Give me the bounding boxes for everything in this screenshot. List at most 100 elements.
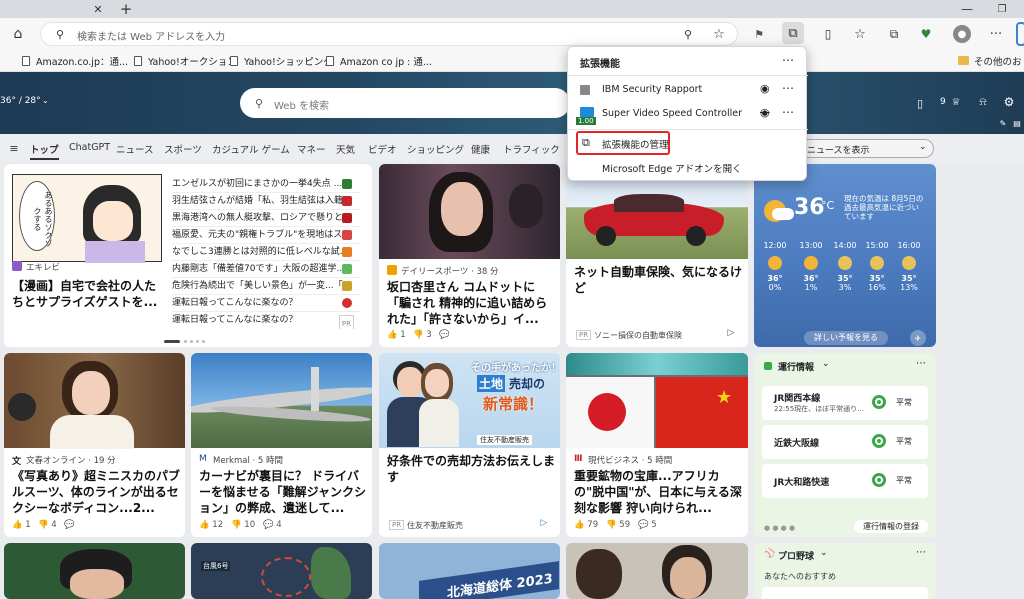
profile-avatar-icon[interactable]: ● <box>953 25 971 43</box>
play-icon[interactable]: ▷ <box>726 328 736 338</box>
favorite-star-icon[interactable]: ☆ <box>711 26 727 42</box>
nav-item-money[interactable]: マネー <box>297 142 326 156</box>
news-card-row3-3[interactable]: 北海道総体 2023 <box>379 543 560 599</box>
nav-item-sports[interactable]: スポーツ <box>164 142 202 156</box>
web-search-box[interactable]: ⚲ Web を検索 <box>240 88 570 118</box>
weather-card[interactable]: 36 °C 現在の気温は 8月5日の過去最高気温に近づいています 12:00 36… <box>754 164 936 347</box>
more-options-icon[interactable]: ⋯ <box>916 547 926 558</box>
more-menu-icon[interactable]: ··· <box>988 26 1004 42</box>
traffic-line-item[interactable]: 近鉄大阪線 平常 <box>762 425 928 459</box>
hero-temperature[interactable]: 36° / 28° <box>0 96 41 106</box>
ad-card-real-estate[interactable]: その手があったか！ 土地 売却の 新常識！ 住友不動産販売 好条件での売却方法お… <box>379 353 560 537</box>
card-title[interactable]: 【漫画】自宅で会社の人たちとサプライズゲストを... <box>12 278 164 312</box>
bookmark-yahoo-auction[interactable]: Yahoo!オークション <box>134 53 237 68</box>
collections-icon[interactable]: ⧉ <box>886 26 902 42</box>
minimize-icon[interactable]: — <box>960 2 974 16</box>
eye-icon[interactable]: ◉ <box>760 82 770 95</box>
favorites-icon[interactable]: ☆ <box>852 26 868 42</box>
settings-gear-icon[interactable]: ⚙ <box>1002 95 1016 109</box>
nav-item-traffic[interactable]: トラフィック <box>503 142 560 156</box>
headline-item[interactable]: なでしこ3連勝とは対照的に低レベルな試... <box>172 244 360 261</box>
like-count[interactable]: 👍 79 <box>574 520 598 530</box>
card-title[interactable]: 好条件での売却方法お伝えします <box>387 453 555 485</box>
card-title[interactable]: 坂口杏里さん コムドットに「騙され 精神的に追い詰められた」「許さないから」イ.… <box>387 279 555 327</box>
dislike-count[interactable]: 👎 3 <box>413 330 432 340</box>
nav-item-casual-games[interactable]: カジュアル ゲーム <box>212 142 290 156</box>
bell-icon[interactable]: ⍾ <box>976 95 990 109</box>
bookmark-amazon-2[interactable]: Amazon co jp : 通... <box>326 53 432 68</box>
close-tab-icon[interactable]: ✕ <box>90 2 106 16</box>
nav-item-video[interactable]: ビデオ <box>368 142 397 156</box>
news-card-row3-4[interactable] <box>566 543 748 599</box>
home-icon[interactable]: ⌂ <box>10 26 26 42</box>
ad-card-insurance[interactable]: ネット自動車保険、気になるけど PR ソニー損保の自動車保険 ▷ <box>566 164 748 347</box>
more-options-icon[interactable]: ⋯ <box>916 358 926 369</box>
card-title[interactable]: ネット自動車保険、気になるけど <box>574 264 742 296</box>
dislike-count[interactable]: 👎 59 <box>606 520 630 530</box>
headline-item[interactable]: 福原愛、元夫の"親権トラブル"を現地はス... <box>172 227 360 244</box>
like-count[interactable]: 👍 1 <box>12 520 31 530</box>
register-traffic-button[interactable]: 運行情報の登録 <box>854 520 928 533</box>
nav-item-news[interactable]: ニュース <box>116 142 154 156</box>
address-bar[interactable]: ⚲ 検索または Web アドレスを入力 ⚲ ☆ <box>40 22 738 46</box>
news-card-sakaguchi[interactable]: デイリースポーツ · 38 分 坂口杏里さん コムドットに「騙され 精神的に追い… <box>379 164 560 347</box>
nav-item-top[interactable]: トップ <box>30 142 59 160</box>
weather-map-icon[interactable]: ✈ <box>910 330 926 346</box>
flag-icon[interactable]: ⚑ <box>752 27 766 41</box>
card-title[interactable]: カーナビが裏目に？ ドライバーを悩ませる「難解ジャンクション」の弊成、遺迷して.… <box>199 468 367 516</box>
baseball-card[interactable]: ⚾ プロ野球 ⌄ ⋯ あなたへのおすすめ <box>754 543 936 599</box>
bookmark-amazon-1[interactable]: Amazon.co.jp：通... <box>22 53 128 68</box>
open-edge-addons-link[interactable]: Microsoft Edge アドオンを開く <box>602 161 742 175</box>
eye-hidden-icon[interactable]: ◉ <box>760 106 770 119</box>
extensions-icon[interactable]: ⧉ <box>782 22 804 44</box>
new-tab-icon[interactable]: + <box>118 0 134 18</box>
news-card-merkmal[interactable]: M Merkmal · 5 時間 カーナビが裏目に？ ドライバーを悩ませる「難解… <box>191 353 372 537</box>
extension-item-video-speed[interactable]: 1.00 Super Video Speed Controller ◉ ⋯ <box>568 103 808 125</box>
health-heart-icon[interactable]: ♥ <box>918 26 934 42</box>
extension-item-ibm-rapport[interactable]: IBM Security Rapport ◉ ⋯ <box>568 79 808 101</box>
rewards-points[interactable]: 9 <box>940 97 946 107</box>
detail-forecast-button[interactable]: 詳しい予報を見る <box>804 331 888 345</box>
comment-count[interactable]: 💬 5 <box>638 520 657 530</box>
like-count[interactable]: 👍 12 <box>199 520 223 530</box>
nav-item-weather[interactable]: 天気 <box>336 142 355 156</box>
bookmark-other-folder[interactable]: その他のお <box>958 53 1022 68</box>
restore-icon[interactable]: ❐ <box>995 2 1009 16</box>
news-card-row3-1[interactable] <box>4 543 185 599</box>
news-card-bunshun[interactable]: 文 文春オンライン · 19 分 《写真あり》超ミニスカのパブルスーツ、体のライ… <box>4 353 185 537</box>
more-options-icon[interactable]: ⋯ <box>782 105 794 119</box>
news-card-row3-2[interactable]: 台風6号 <box>191 543 372 599</box>
headline-item[interactable]: 内藤剛志「備差値70です」大阪の超進学... <box>172 261 360 278</box>
traffic-line-item[interactable]: JR大和路快速 平常 <box>762 464 928 498</box>
card-title[interactable]: 《写真あり》超ミニスカのパブルスーツ、体のラインが出るセクシーなボディコン...… <box>12 468 180 516</box>
split-screen-icon[interactable]: ▯ <box>820 26 836 42</box>
more-options-icon[interactable]: ⋯ <box>782 53 794 67</box>
headline-item[interactable]: 運転日報ってこんなに楽なの？ <box>172 295 360 312</box>
traffic-line-item[interactable]: JR関西本線 22:55現在、ほぼ平常通り… 平常 <box>762 386 928 420</box>
headline-item[interactable]: 羽生結弦さんが結婚「私、羽生結弦は入籍... <box>172 193 360 210</box>
card-title[interactable]: 重要鉱物の宝庫...アフリカの"脱中国"が、日本に与える深刻な影響 狩い向けられ… <box>574 468 742 516</box>
hamburger-menu-icon[interactable]: ≡ <box>8 142 20 155</box>
bookmark-yahoo-shopping[interactable]: Yahoo!ショッピング <box>230 53 333 68</box>
headline-item[interactable]: エンゼルスが初回にまさかの一挙4失点 ... <box>172 176 360 193</box>
like-count[interactable]: 👍 1 <box>387 330 406 340</box>
headline-item[interactable]: 危険行為続出で「美しい景色」が一変...「... <box>172 278 360 295</box>
traffic-info-card[interactable]: 運行情報 ⌄ ⋯ JR関西本線 22:55現在、ほぼ平常通り… 平常 近鉄大阪線… <box>754 353 936 537</box>
edit-icon[interactable]: ✎ <box>998 118 1008 128</box>
zoom-icon[interactable]: ⚲ <box>681 27 695 41</box>
comment-icon[interactable]: 💬 <box>64 520 75 530</box>
headline-item-ad[interactable]: 運転日報ってこんなに楽なの？運転日報ってこんなに楽なの？PR <box>172 312 360 329</box>
chevron-down-icon[interactable]: ⌄ <box>820 548 828 558</box>
manage-extensions-button[interactable]: ⧉ 拡張機能の管理 <box>576 131 670 155</box>
comment-count[interactable]: 💬 4 <box>263 520 282 530</box>
news-card-gendai[interactable]: ★ Ⅲ 現代ビジネス · 5 時間 重要鉱物の宝庫...アフリカの"脱中国"が、… <box>566 353 748 537</box>
comment-icon[interactable]: 💬 <box>439 330 450 340</box>
show-news-button[interactable]: ニュースを表示 ⌄ <box>790 139 934 158</box>
chevron-down-icon[interactable]: ⌄ <box>822 359 830 369</box>
mobile-icon[interactable]: ▯ <box>914 96 926 110</box>
more-options-icon[interactable]: ⋯ <box>782 81 794 95</box>
play-icon[interactable]: ▷ <box>539 518 549 528</box>
nav-item-shopping[interactable]: ショッピング <box>407 142 464 156</box>
nav-item-health[interactable]: 健康 <box>471 142 490 156</box>
dislike-count[interactable]: 👎 4 <box>38 520 57 530</box>
